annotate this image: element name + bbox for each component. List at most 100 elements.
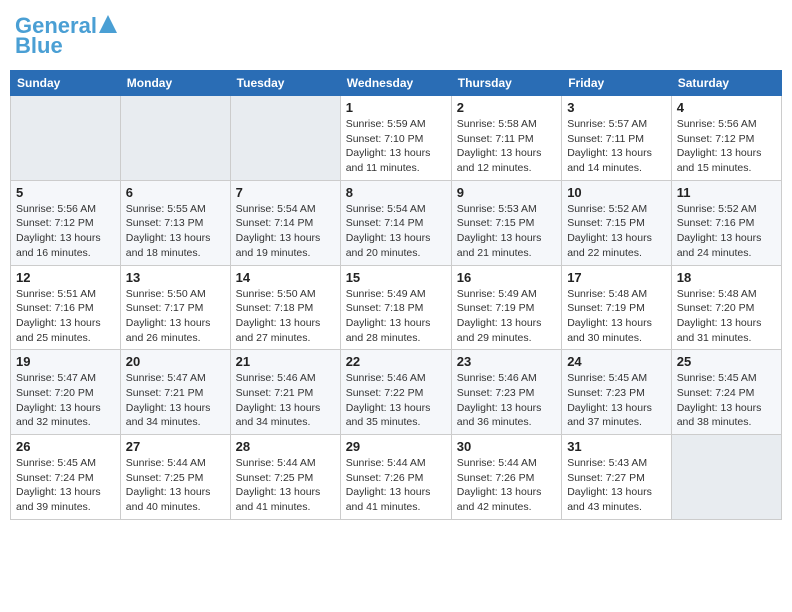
col-header-friday: Friday: [562, 71, 672, 96]
day-number: 22: [346, 354, 446, 369]
week-row-1: 1Sunrise: 5:59 AM Sunset: 7:10 PM Daylig…: [11, 96, 782, 181]
day-number: 12: [16, 270, 115, 285]
day-number: 18: [677, 270, 776, 285]
calendar-cell: 25Sunrise: 5:45 AM Sunset: 7:24 PM Dayli…: [671, 350, 781, 435]
day-number: 31: [567, 439, 666, 454]
col-header-sunday: Sunday: [11, 71, 121, 96]
day-number: 28: [236, 439, 335, 454]
day-info: Sunrise: 5:53 AM Sunset: 7:15 PM Dayligh…: [457, 202, 556, 261]
calendar-cell: 9 Sunrise: 5:53 AM Sunset: 7:15 PM Daylig…: [451, 180, 561, 265]
day-info: Sunrise: 5:59 AM Sunset: 7:10 PM Dayligh…: [346, 117, 446, 176]
calendar-cell: 1Sunrise: 5:59 AM Sunset: 7:10 PM Daylig…: [340, 96, 451, 181]
day-number: 16: [457, 270, 556, 285]
day-info: Sunrise: 5:56 AM Sunset: 7:12 PM Dayligh…: [16, 202, 115, 261]
day-number: 29: [346, 439, 446, 454]
day-number: 30: [457, 439, 556, 454]
calendar-cell: 6 Sunrise: 5:55 AM Sunset: 7:13 PM Daylig…: [120, 180, 230, 265]
calendar-cell: 30Sunrise: 5:44 AM Sunset: 7:26 PM Dayli…: [451, 435, 561, 520]
day-number: 26: [16, 439, 115, 454]
calendar-cell: 26 Sunrise: 5:45 AM Sunset: 7:24 PM Dayli…: [11, 435, 121, 520]
calendar-cell: [11, 96, 121, 181]
col-header-saturday: Saturday: [671, 71, 781, 96]
calendar-cell: [120, 96, 230, 181]
day-info: Sunrise: 5:55 AM Sunset: 7:13 PM Dayligh…: [126, 202, 225, 261]
calendar-cell: 31 Sunrise: 5:43 AM Sunset: 7:27 PM Dayli…: [562, 435, 672, 520]
calendar-cell: 5Sunrise: 5:56 AM Sunset: 7:12 PM Daylig…: [11, 180, 121, 265]
day-number: 25: [677, 354, 776, 369]
calendar-cell: 3 Sunrise: 5:57 AM Sunset: 7:11 PM Daylig…: [562, 96, 672, 181]
col-header-monday: Monday: [120, 71, 230, 96]
day-info: Sunrise: 5:50 AM Sunset: 7:17 PM Dayligh…: [126, 287, 225, 346]
week-row-4: 19Sunrise: 5:47 AM Sunset: 7:20 PM Dayli…: [11, 350, 782, 435]
day-info: Sunrise: 5:46 AM Sunset: 7:23 PM Dayligh…: [457, 371, 556, 430]
day-info: Sunrise: 5:43 AM Sunset: 7:27 PM Dayligh…: [567, 456, 666, 515]
day-number: 11: [677, 185, 776, 200]
day-info: Sunrise: 5:48 AM Sunset: 7:19 PM Dayligh…: [567, 287, 666, 346]
day-info: Sunrise: 5:46 AM Sunset: 7:22 PM Dayligh…: [346, 371, 446, 430]
day-number: 4: [677, 100, 776, 115]
week-row-5: 26 Sunrise: 5:45 AM Sunset: 7:24 PM Dayli…: [11, 435, 782, 520]
calendar-cell: 11Sunrise: 5:52 AM Sunset: 7:16 PM Dayli…: [671, 180, 781, 265]
day-number: 23: [457, 354, 556, 369]
day-number: 24: [567, 354, 666, 369]
calendar-cell: 14 Sunrise: 5:50 AM Sunset: 7:18 PM Dayli…: [230, 265, 340, 350]
calendar-cell: 7Sunrise: 5:54 AM Sunset: 7:14 PM Daylig…: [230, 180, 340, 265]
calendar-cell: 2 Sunrise: 5:58 AM Sunset: 7:11 PM Daylig…: [451, 96, 561, 181]
day-info: Sunrise: 5:44 AM Sunset: 7:25 PM Dayligh…: [126, 456, 225, 515]
day-number: 9: [457, 185, 556, 200]
day-info: Sunrise: 5:47 AM Sunset: 7:20 PM Dayligh…: [16, 371, 115, 430]
day-info: Sunrise: 5:47 AM Sunset: 7:21 PM Dayligh…: [126, 371, 225, 430]
day-info: Sunrise: 5:45 AM Sunset: 7:24 PM Dayligh…: [16, 456, 115, 515]
day-info: Sunrise: 5:50 AM Sunset: 7:18 PM Dayligh…: [236, 287, 335, 346]
logo-blue: Blue: [15, 35, 63, 57]
calendar-cell: 10 Sunrise: 5:52 AM Sunset: 7:15 PM Dayli…: [562, 180, 672, 265]
day-number: 3: [567, 100, 666, 115]
calendar-cell: 27 Sunrise: 5:44 AM Sunset: 7:25 PM Dayli…: [120, 435, 230, 520]
calendar-cell: 24 Sunrise: 5:45 AM Sunset: 7:23 PM Dayli…: [562, 350, 672, 435]
calendar-cell: 20 Sunrise: 5:47 AM Sunset: 7:21 PM Dayli…: [120, 350, 230, 435]
calendar-table: SundayMondayTuesdayWednesdayThursdayFrid…: [10, 70, 782, 520]
day-info: Sunrise: 5:52 AM Sunset: 7:15 PM Dayligh…: [567, 202, 666, 261]
day-number: 8: [346, 185, 446, 200]
day-number: 21: [236, 354, 335, 369]
day-info: Sunrise: 5:51 AM Sunset: 7:16 PM Dayligh…: [16, 287, 115, 346]
logo-icon: [99, 15, 117, 33]
calendar-cell: 12 Sunrise: 5:51 AM Sunset: 7:16 PM Dayli…: [11, 265, 121, 350]
day-info: Sunrise: 5:49 AM Sunset: 7:19 PM Dayligh…: [457, 287, 556, 346]
day-info: Sunrise: 5:54 AM Sunset: 7:14 PM Dayligh…: [346, 202, 446, 261]
day-info: Sunrise: 5:56 AM Sunset: 7:12 PM Dayligh…: [677, 117, 776, 176]
day-number: 13: [126, 270, 225, 285]
calendar-cell: 4 Sunrise: 5:56 AM Sunset: 7:12 PM Daylig…: [671, 96, 781, 181]
calendar-cell: 28 Sunrise: 5:44 AM Sunset: 7:25 PM Dayli…: [230, 435, 340, 520]
day-info: Sunrise: 5:49 AM Sunset: 7:18 PM Dayligh…: [346, 287, 446, 346]
col-header-thursday: Thursday: [451, 71, 561, 96]
day-number: 14: [236, 270, 335, 285]
calendar-cell: 8 Sunrise: 5:54 AM Sunset: 7:14 PM Daylig…: [340, 180, 451, 265]
calendar-cell: [230, 96, 340, 181]
day-number: 15: [346, 270, 446, 285]
week-row-3: 12 Sunrise: 5:51 AM Sunset: 7:16 PM Dayli…: [11, 265, 782, 350]
day-info: Sunrise: 5:48 AM Sunset: 7:20 PM Dayligh…: [677, 287, 776, 346]
calendar-cell: 15 Sunrise: 5:49 AM Sunset: 7:18 PM Dayli…: [340, 265, 451, 350]
calendar-cell: 21 Sunrise: 5:46 AM Sunset: 7:21 PM Dayli…: [230, 350, 340, 435]
day-number: 20: [126, 354, 225, 369]
calendar-cell: 13 Sunrise: 5:50 AM Sunset: 7:17 PM Dayli…: [120, 265, 230, 350]
day-number: 6: [126, 185, 225, 200]
day-info: Sunrise: 5:44 AM Sunset: 7:25 PM Dayligh…: [236, 456, 335, 515]
calendar-cell: 29 Sunrise: 5:44 AM Sunset: 7:26 PM Dayli…: [340, 435, 451, 520]
logo: General Blue: [15, 15, 117, 57]
day-info: Sunrise: 5:57 AM Sunset: 7:11 PM Dayligh…: [567, 117, 666, 176]
day-info: Sunrise: 5:58 AM Sunset: 7:11 PM Dayligh…: [457, 117, 556, 176]
day-info: Sunrise: 5:44 AM Sunset: 7:26 PM Dayligh…: [346, 456, 446, 515]
day-info: Sunrise: 5:45 AM Sunset: 7:23 PM Dayligh…: [567, 371, 666, 430]
day-number: 10: [567, 185, 666, 200]
calendar-cell: [671, 435, 781, 520]
calendar-cell: 23 Sunrise: 5:46 AM Sunset: 7:23 PM Dayli…: [451, 350, 561, 435]
col-header-tuesday: Tuesday: [230, 71, 340, 96]
day-number: 27: [126, 439, 225, 454]
day-info: Sunrise: 5:54 AM Sunset: 7:14 PM Dayligh…: [236, 202, 335, 261]
day-info: Sunrise: 5:46 AM Sunset: 7:21 PM Dayligh…: [236, 371, 335, 430]
page-header: General Blue: [10, 10, 782, 62]
calendar-cell: 22 Sunrise: 5:46 AM Sunset: 7:22 PM Dayli…: [340, 350, 451, 435]
day-number: 2: [457, 100, 556, 115]
